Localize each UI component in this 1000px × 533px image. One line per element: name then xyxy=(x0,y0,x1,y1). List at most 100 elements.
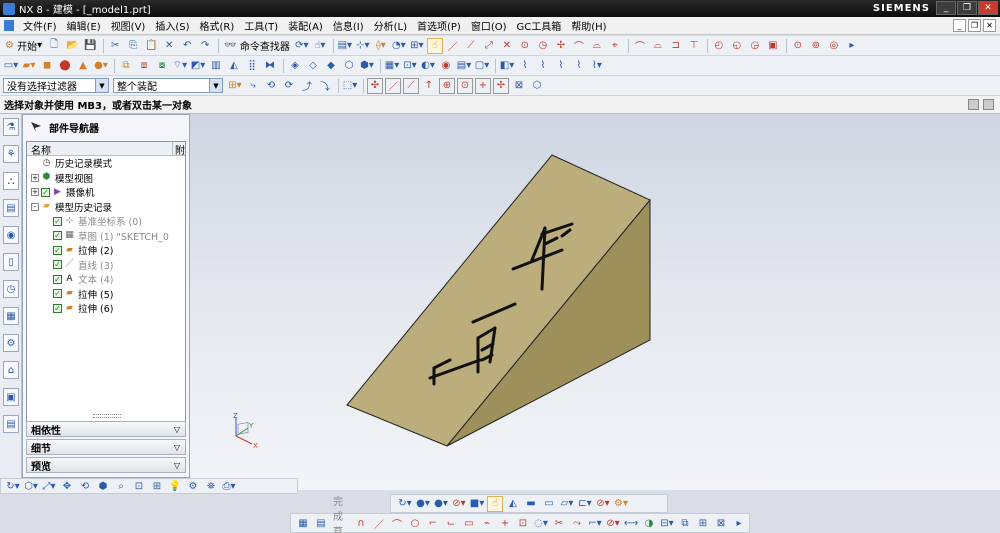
pin-icon[interactable] xyxy=(31,122,41,132)
repeat-command-icon[interactable]: ⟳▾ xyxy=(294,38,310,54)
fit-view-icon[interactable]: ⊡ xyxy=(131,478,147,494)
menu-analysis[interactable]: 分析(L) xyxy=(369,18,412,33)
convert-ref-icon[interactable]: ⊟▾ xyxy=(659,515,675,531)
select-feature-icon[interactable]: ⤷ xyxy=(245,78,261,94)
constraint-navigator-icon[interactable]: ⚘ xyxy=(3,145,19,163)
type-filter-select[interactable]: 没有选择过滤器 ▼ xyxy=(3,78,109,93)
chamfer-icon[interactable]: ◩▾ xyxy=(190,58,206,74)
target-icon-c[interactable]: ◎ xyxy=(826,38,842,54)
snap-on-face-icon[interactable]: ⌓ xyxy=(589,38,605,54)
pattern-icon[interactable]: ⣿ xyxy=(244,58,260,74)
tree-node[interactable]: ✓ ▰ 拉伸 (6) xyxy=(27,301,185,316)
measure-icon[interactable]: ⊞▾ xyxy=(409,38,425,54)
tree-node[interactable]: ◷ 历史记录模式 xyxy=(27,156,185,171)
start-button[interactable]: ⚙ 开始 ▾ xyxy=(3,38,44,54)
doc-close-button[interactable]: ✕ xyxy=(983,19,996,32)
cut-icon[interactable]: ✂ xyxy=(107,38,123,54)
orient-icon[interactable]: ↻▾ xyxy=(5,478,21,494)
camera-icon[interactable]: ⛯ xyxy=(203,478,219,494)
intersection-point-icon[interactable]: ⊕ xyxy=(439,77,455,94)
trim-icon[interactable]: ⊐ xyxy=(668,38,684,54)
web-browser-icon[interactable]: ◉ xyxy=(3,226,19,244)
shade-sphere-icon[interactable]: ●▾ xyxy=(415,496,431,512)
sketch-circle-icon[interactable]: ○ xyxy=(407,515,423,531)
mid-point-icon[interactable]: ⟋ xyxy=(403,77,419,94)
visibility-checkbox[interactable]: ✓ xyxy=(53,274,62,284)
cue-toggle-icon[interactable] xyxy=(968,99,979,110)
menu-window[interactable]: 窗口(O) xyxy=(466,18,512,33)
arc-icon[interactable]: ⌒ xyxy=(632,38,648,54)
reuse-library-icon[interactable]: ▤ xyxy=(3,199,19,217)
snap-center-icon[interactable]: ⊙ xyxy=(517,38,533,54)
general-selection-icon[interactable]: ⊞▾ xyxy=(227,78,243,94)
redo-icon[interactable]: ↷ xyxy=(197,38,213,54)
resize-icon[interactable]: ⬡ xyxy=(341,58,357,74)
sketch-chamfer-icon[interactable]: ⌙ xyxy=(443,515,459,531)
subtract-icon[interactable]: ⧈ xyxy=(136,58,152,74)
show-constraints-icon[interactable]: ◑ xyxy=(641,515,657,531)
highlight-icon[interactable]: ☝ xyxy=(487,495,503,512)
edge-display-icon[interactable]: ▬ xyxy=(523,496,539,512)
copy-icon[interactable]: ⎘ xyxy=(125,38,141,54)
replace-face-icon[interactable]: ◆ xyxy=(323,58,339,74)
undo-icon[interactable]: ↶ xyxy=(179,38,195,54)
overflow-icon[interactable]: ▸ xyxy=(844,38,860,54)
tree-node[interactable]: ✓ ▰ 拉伸 (2) xyxy=(27,243,185,258)
sync-move-face-icon[interactable]: ◈ xyxy=(287,58,303,74)
black-square-icon[interactable]: ■▾ xyxy=(469,496,485,512)
trimetric-icon[interactable]: ⬢ xyxy=(95,478,111,494)
profile-icon[interactable]: ∩ xyxy=(353,515,369,531)
existing-point-icon[interactable]: ✢ xyxy=(493,77,509,94)
delete-icon[interactable]: ✕ xyxy=(161,38,177,54)
snap-points-icon[interactable]: ✣ xyxy=(367,77,383,94)
quick-extend-icon[interactable]: ⤳ xyxy=(569,515,585,531)
palette-icon[interactable]: ▤ xyxy=(3,415,19,433)
orient-view-icon[interactable]: ▦▾ xyxy=(384,58,400,74)
draft-icon[interactable]: ◭ xyxy=(226,58,242,74)
document-icon[interactable] xyxy=(4,20,14,31)
point-on-curve-icon[interactable]: ⊠ xyxy=(511,78,527,94)
pan-icon[interactable]: ✥ xyxy=(59,478,75,494)
select-face-icon[interactable]: ⟳ xyxy=(281,78,297,94)
sketch-more-icon[interactable]: ◌▾ xyxy=(533,515,549,531)
sketch-polygon-icon[interactable]: ⌁ xyxy=(479,515,495,531)
finish-sketch-icon[interactable]: ▤ xyxy=(313,515,329,531)
chevron-down-icon[interactable]: ▽ xyxy=(171,459,183,471)
section-icon[interactable]: ⊏▾ xyxy=(577,496,593,512)
menu-edit[interactable]: 编辑(E) xyxy=(62,18,106,33)
cylinder-icon[interactable]: ⬤ xyxy=(57,58,73,74)
doc-restore-button[interactable]: ❐ xyxy=(968,19,981,32)
menu-file[interactable]: 文件(F) xyxy=(18,18,62,33)
wireframe-icon[interactable]: ▤▾ xyxy=(456,58,472,74)
end-point-icon[interactable]: ／ xyxy=(385,77,401,94)
tree-node[interactable]: + ⬢ 模型视图 xyxy=(27,171,185,186)
wcs-icon[interactable]: ⊹▾ xyxy=(355,38,371,54)
surface-e-icon[interactable]: ⌇▾ xyxy=(589,58,605,74)
minimize-button[interactable]: _ xyxy=(936,1,956,15)
close-button[interactable]: ✕ xyxy=(978,1,998,15)
menu-tools[interactable]: 工具(T) xyxy=(239,18,283,33)
hide-icon[interactable]: ⊘▾ xyxy=(595,496,611,512)
alternate-solution-icon[interactable]: ⧉ xyxy=(677,515,693,531)
unite-icon[interactable]: ⧉ xyxy=(118,58,134,74)
sketch-rectangle-icon[interactable]: ▭ xyxy=(461,515,477,531)
tree-node[interactable]: - ▰ 模型历史记录 xyxy=(27,200,185,215)
select-curve-icon[interactable]: ⤵ xyxy=(317,78,333,94)
visibility-checkbox[interactable]: ✓ xyxy=(53,289,62,299)
show-hide-icon[interactable]: ◔▾ xyxy=(391,38,407,54)
mirror-icon[interactable]: ⧓ xyxy=(262,58,278,74)
studio-icon[interactable]: ⚙ xyxy=(185,478,201,494)
zoom-icon[interactable]: ⤢▾ xyxy=(41,478,57,494)
dependencies-panel[interactable]: 相依性 ▽ xyxy=(26,421,186,437)
section-view-icon[interactable]: ◧▾ xyxy=(499,58,515,74)
sketch-arc-icon[interactable]: ⌒ xyxy=(389,515,405,531)
chevron-down-icon[interactable]: ▽ xyxy=(171,441,183,453)
assembly-navigator-icon[interactable]: ⚗ xyxy=(3,118,19,136)
view-cube-icon[interactable]: ⬡▾ xyxy=(23,478,39,494)
roles-icon[interactable]: ⚙ xyxy=(3,334,19,352)
angle-icon[interactable]: ◴ xyxy=(711,38,727,54)
menu-help[interactable]: 帮助(H) xyxy=(566,18,611,33)
intersect-icon[interactable]: ⧇ xyxy=(154,58,170,74)
doc-minimize-button[interactable]: _ xyxy=(953,19,966,32)
menu-view[interactable]: 视图(V) xyxy=(106,18,151,33)
